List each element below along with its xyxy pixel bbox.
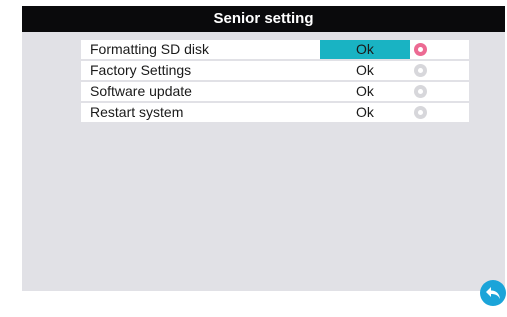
list-item-label: Software update <box>90 83 192 99</box>
list-item-label: Formatting SD disk <box>90 41 210 57</box>
list-item-restart-system: Restart system Ok <box>81 103 469 122</box>
settings-screen: Senior setting Formatting SD disk Ok Fac… <box>22 6 505 291</box>
gear-icon <box>414 64 427 77</box>
settings-list: Formatting SD disk Ok Factory Settings O… <box>81 40 469 124</box>
list-item-factory-settings: Factory Settings Ok <box>81 61 469 80</box>
restart-system-ok-button[interactable]: Ok <box>320 103 410 122</box>
back-arrow-icon <box>486 287 500 299</box>
gear-icon <box>414 85 427 98</box>
gear-icon <box>414 106 427 119</box>
factory-settings-ok-button[interactable]: Ok <box>320 61 410 80</box>
page-title: Senior setting <box>22 6 505 32</box>
gear-icon <box>414 43 427 56</box>
list-item-label: Factory Settings <box>90 62 192 78</box>
format-sd-ok-button[interactable]: Ok <box>320 40 410 59</box>
back-button[interactable] <box>480 280 506 306</box>
list-item-formatting-sd-disk: Formatting SD disk Ok <box>81 40 469 59</box>
list-item-software-update: Software update Ok <box>81 82 469 101</box>
software-update-ok-button[interactable]: Ok <box>320 82 410 101</box>
list-item-label: Restart system <box>90 104 184 120</box>
